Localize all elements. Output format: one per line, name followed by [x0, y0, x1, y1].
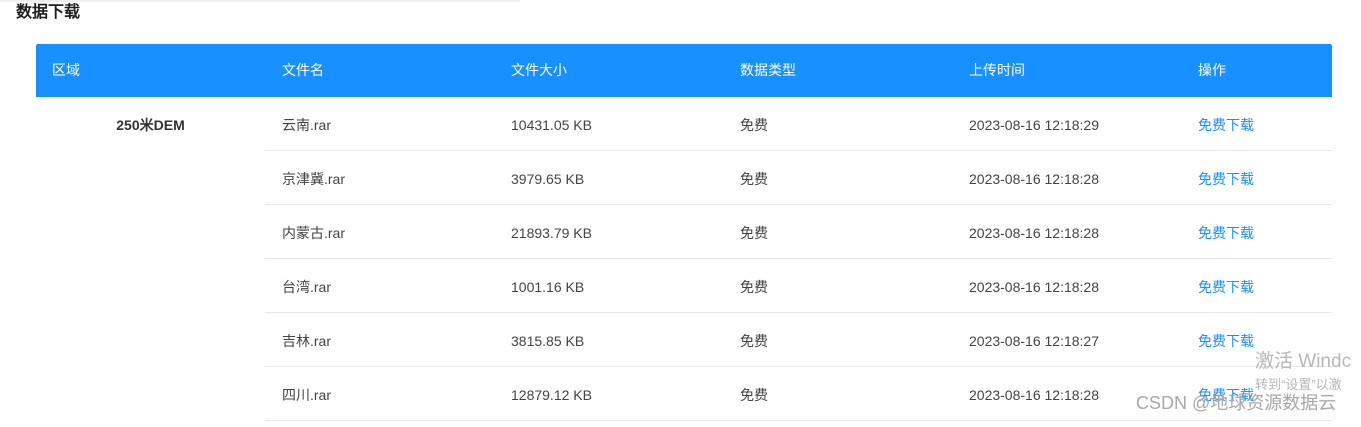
file-size: 3979.65 KB	[511, 171, 585, 187]
file-size: 1001.16 KB	[511, 279, 585, 295]
page-title: 数据下载	[16, 4, 81, 21]
upload-time: 2023-08-16 12:18:28	[969, 387, 1099, 403]
file-size: 3815.85 KB	[511, 333, 585, 349]
free-download-link[interactable]: 免费下载	[1198, 151, 1254, 204]
data-type: 免费	[740, 225, 768, 241]
table-header: 区域 文件名 文件大小 数据类型 上传时间 操作	[36, 44, 1332, 97]
data-type: 免费	[740, 171, 768, 187]
free-download-link[interactable]: 免费下载	[1198, 97, 1254, 150]
upload-time: 2023-08-16 12:18:27	[969, 333, 1099, 349]
header-datatype: 数据类型	[740, 62, 796, 78]
region-label: 250米DEM	[116, 117, 185, 133]
file-size: 21893.79 KB	[511, 225, 592, 241]
file-size: 12879.12 KB	[511, 387, 592, 403]
activation-subtitle: 转到“设置”以激	[1255, 377, 1342, 392]
header-action: 操作	[1198, 62, 1226, 78]
free-download-link[interactable]: 免费下载	[1198, 313, 1254, 366]
data-type: 免费	[740, 279, 768, 295]
file-name: 台湾.rar	[282, 279, 331, 295]
download-table: 区域 文件名 文件大小 数据类型 上传时间 操作 250米DEM 云南.rar …	[36, 44, 1332, 427]
file-rows: 云南.rar 10431.05 KB 免费 2023-08-16 12:18:2…	[265, 97, 1332, 421]
header-filesize: 文件大小	[511, 62, 567, 78]
data-type: 免费	[740, 387, 768, 403]
region-cell: 250米DEM	[36, 97, 265, 421]
free-download-link[interactable]: 免费下载	[1198, 259, 1254, 312]
header-upload-time: 上传时间	[969, 62, 1025, 78]
data-type: 免费	[740, 117, 768, 133]
header-filename: 文件名	[282, 62, 324, 78]
upload-time: 2023-08-16 12:18:28	[969, 225, 1099, 241]
upload-time: 2023-08-16 12:18:29	[969, 117, 1099, 133]
file-name: 云南.rar	[282, 117, 331, 133]
windows-activation-watermark: 激活 Windc 转到“设置”以激	[1255, 350, 1361, 396]
file-name: 四川.rar	[282, 387, 331, 403]
file-name: 内蒙古.rar	[282, 225, 345, 241]
file-size: 10431.05 KB	[511, 117, 592, 133]
table-row: 吉林.rar 3815.85 KB 免费 2023-08-16 12:18:27…	[265, 313, 1332, 367]
activation-title: 激活 Windc	[1255, 351, 1352, 372]
table-row: 云南.rar 10431.05 KB 免费 2023-08-16 12:18:2…	[265, 97, 1332, 151]
header-region: 区域	[52, 62, 80, 78]
upload-time: 2023-08-16 12:18:28	[969, 279, 1099, 295]
free-download-link[interactable]: 免费下载	[1198, 205, 1254, 258]
table-body: 250米DEM 云南.rar 10431.05 KB 免费 2023-08-16…	[36, 97, 1332, 427]
table-row: 京津冀.rar 3979.65 KB 免费 2023-08-16 12:18:2…	[265, 151, 1332, 205]
upload-time: 2023-08-16 12:18:28	[969, 171, 1099, 187]
table-row: 台湾.rar 1001.16 KB 免费 2023-08-16 12:18:28…	[265, 259, 1332, 313]
data-type: 免费	[740, 333, 768, 349]
file-name: 京津冀.rar	[282, 171, 345, 187]
table-row: 内蒙古.rar 21893.79 KB 免费 2023-08-16 12:18:…	[265, 205, 1332, 259]
file-name: 吉林.rar	[282, 333, 331, 349]
